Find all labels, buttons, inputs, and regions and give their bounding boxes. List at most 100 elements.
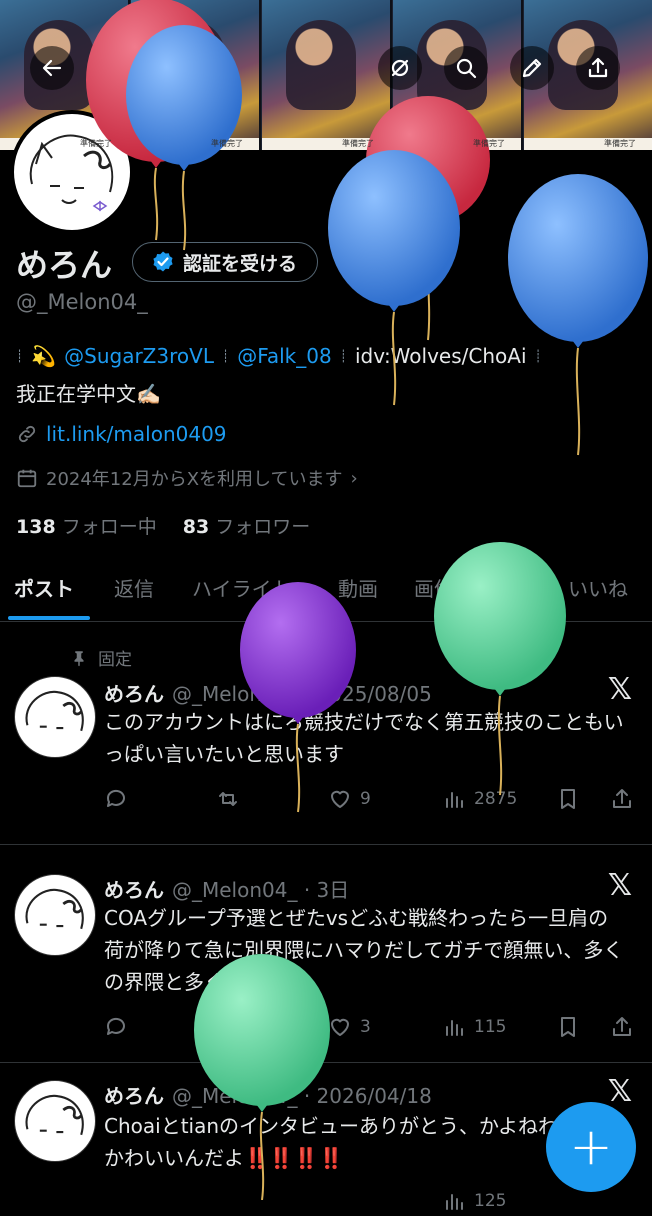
views-button[interactable]: 125 [442, 1189, 506, 1213]
post-header: めろん @_Melon04_ · 2025/08/05 [104, 678, 432, 707]
banner-tile: 準備完了 [131, 0, 261, 150]
mention-link[interactable]: @Falk_08 [237, 344, 332, 368]
grok-button[interactable] [378, 46, 422, 90]
post-meta: @_Melon04_ · 3日 [172, 878, 350, 902]
post-author-name[interactable]: めろん [104, 1084, 164, 1108]
share-button[interactable] [576, 46, 620, 90]
mention-link[interactable]: @SugarZ3roVL [64, 344, 214, 368]
post-text: COAグループ予選とぜたvsどふむ戦終わったら一旦肩の荷が降りて急に別界隈にハマ… [104, 906, 624, 994]
avatar[interactable] [14, 676, 96, 758]
follow-stats: 138 フォロー中 83 フォロワー [16, 512, 310, 539]
post-divider [0, 844, 652, 845]
tab-likes[interactable]: いいね [568, 573, 628, 602]
plus-icon: + [569, 1117, 613, 1177]
x-logo-icon[interactable]: 𝕏 [608, 672, 632, 707]
reply-icon [106, 1017, 125, 1035]
share-icon [588, 57, 608, 78]
separator-icon: ┊ [16, 349, 24, 363]
link-icon [18, 425, 36, 443]
active-tab-indicator [8, 616, 90, 620]
x-logo-icon[interactable]: 𝕏 [608, 868, 632, 903]
tab-highlights[interactable]: ハイライト [192, 573, 292, 602]
post-header: めろん @_Melon04_ · 3日 [104, 874, 349, 903]
views-icon [446, 792, 463, 808]
profile-link[interactable]: lit.link/malon0409 [16, 422, 227, 446]
balloon [508, 174, 648, 456]
tab-replies[interactable]: 返信 [114, 573, 154, 602]
bio-text: idv:Wolves/ChoAi [354, 344, 527, 368]
share-icon [613, 789, 631, 808]
profile-handle: @_Melon04_ [16, 290, 148, 314]
reply-button[interactable] [104, 1015, 128, 1039]
avatar-drawing [29, 134, 114, 212]
get-verified-button[interactable]: 認証を受ける [132, 242, 319, 282]
verified-badge-icon [153, 251, 173, 272]
views-button[interactable]: 2875 [442, 787, 517, 811]
separator-icon: ┊ [534, 349, 542, 363]
separator-icon: ┊ [339, 349, 347, 363]
pencil-icon [522, 58, 542, 78]
post-author-name[interactable]: めろん [104, 682, 164, 706]
grok-icon [391, 59, 409, 77]
post-meta: @_Melon04_ · 2025/08/05 [172, 682, 432, 706]
following-link[interactable]: 138 フォロー中 [16, 512, 157, 539]
post-actions: 125 [104, 1186, 636, 1216]
search-button[interactable] [444, 46, 488, 90]
arrow-left-icon [42, 59, 62, 77]
joined-date[interactable]: 2024年12月からXを利用しています › [16, 465, 358, 491]
pinned-label: 固定 [70, 645, 132, 670]
like-button[interactable]: 3 [328, 1015, 371, 1039]
views-icon [446, 1020, 463, 1036]
joined-date-text: 2024年12月からXを利用しています [46, 469, 343, 490]
bookmark-icon [561, 1017, 575, 1037]
reply-icon [106, 789, 125, 807]
post-header: めろん @_Melon04_ · 2026/04/18 [104, 1080, 432, 1109]
tab-posts[interactable]: ポスト [14, 573, 74, 602]
avatar-drawing [25, 690, 84, 732]
profile-link-text[interactable]: lit.link/malon0409 [46, 422, 227, 446]
post-text: このアカウントはにろ競技だけでなく第五競技のこともいっぱい言いたいと思います [104, 710, 624, 766]
bookmark-button[interactable] [556, 1015, 580, 1039]
get-verified-label: 認証を受ける [183, 252, 298, 275]
chevron-right-icon: › [350, 467, 358, 489]
post-meta: @_Melon04_ · 2026/04/18 [172, 1084, 432, 1108]
bookmark-button[interactable] [556, 787, 580, 811]
tab-videos[interactable]: 動画 [338, 573, 378, 602]
separator-icon: ┊ [221, 349, 230, 363]
avatar[interactable] [14, 874, 96, 956]
profile-name: めろん [16, 246, 113, 284]
profile-tabs: ポスト 返信 ハイライト 動画 画像 記事 いいね [0, 565, 652, 622]
x-logo-icon[interactable]: 𝕏 [608, 1074, 632, 1109]
bio-line-2: 我正在学中文✍🏻 [16, 382, 161, 406]
avatar-drawing [25, 1094, 84, 1136]
tab-articles[interactable]: 記事 [492, 573, 532, 602]
post-divider [0, 1062, 652, 1063]
profile-avatar[interactable] [10, 110, 134, 234]
views-button[interactable]: 115 [442, 1015, 506, 1039]
heart-icon [331, 790, 349, 808]
share-icon [613, 1017, 631, 1036]
heart-icon [331, 1018, 349, 1036]
repost-icon [219, 792, 237, 806]
avatar[interactable] [14, 1080, 96, 1162]
repost-button[interactable] [216, 787, 240, 811]
bookmark-icon [561, 789, 575, 809]
pin-icon [74, 650, 84, 666]
views-icon [446, 1194, 463, 1210]
back-button[interactable] [30, 46, 74, 90]
search-icon [456, 58, 477, 79]
edit-button[interactable] [510, 46, 554, 90]
dizzy-emoji: 💫 [31, 344, 57, 368]
post-author-name[interactable]: めろん [104, 878, 164, 902]
compose-post-button[interactable]: + [546, 1102, 636, 1192]
post-actions: 3 115 [104, 1012, 636, 1042]
share-post-button[interactable] [610, 1015, 634, 1039]
followers-link[interactable]: 83 フォロワー [183, 512, 311, 539]
reply-button[interactable] [104, 787, 128, 811]
repost-button[interactable] [216, 1015, 240, 1039]
post-actions: 9 2875 [104, 784, 636, 814]
tab-images[interactable]: 画像 [414, 573, 454, 602]
share-post-button[interactable] [610, 787, 634, 811]
bio-line-1: ┊ 💫 @SugarZ3roVL ┊ @Falk_08 ┊ idv:Wolves… [16, 344, 542, 368]
like-button[interactable]: 9 [328, 787, 371, 811]
